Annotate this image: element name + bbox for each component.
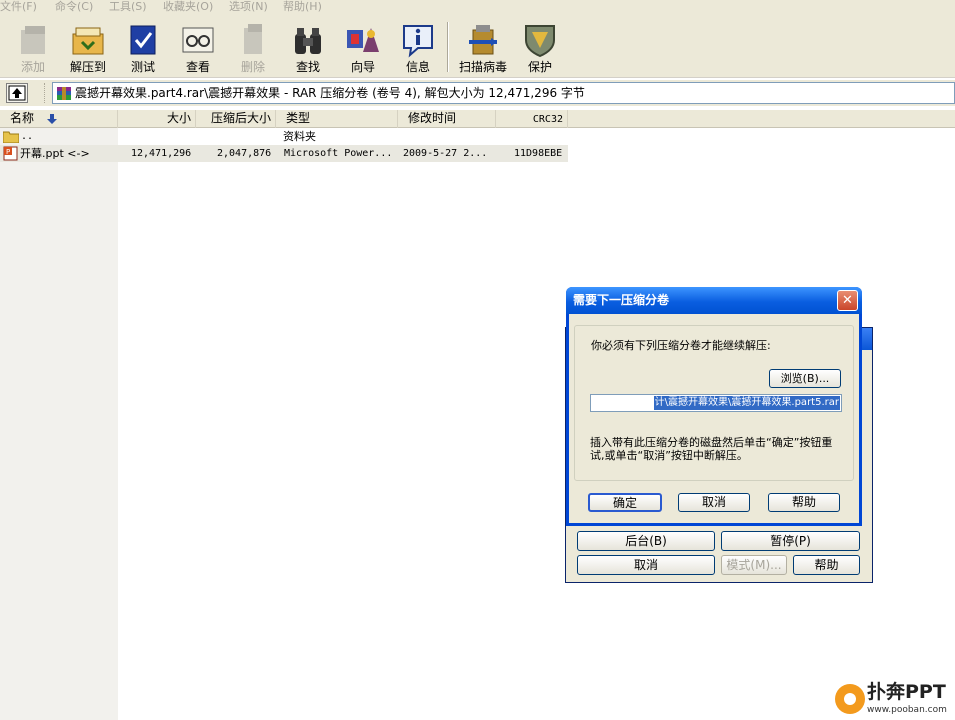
progress-help-button[interactable]: 帮助 [793, 555, 860, 575]
shield-icon [525, 25, 555, 58]
menu-options[interactable]: 选项(N) [229, 0, 268, 13]
delete-button[interactable]: 删除 [224, 18, 282, 76]
file-modified: 2009-5-27 2... [403, 148, 488, 159]
svg-text:P: P [6, 148, 10, 156]
file-type: 资料夹 [283, 130, 316, 143]
protect-label: 保护 [527, 60, 552, 74]
virus-scan-icon [469, 25, 497, 55]
list-name-column-strip [0, 128, 118, 720]
add-button[interactable]: 添加 [4, 18, 62, 76]
find-label: 查找 [295, 60, 320, 74]
file-list-header: 名称 大小 压缩后大小 类型 修改时间 CRC32 [0, 110, 955, 128]
pause-button[interactable]: 暂停(P) [721, 531, 860, 551]
address-field[interactable]: 震撼开幕效果.part4.rar\震撼开幕效果 - RAR 压缩分卷 (卷号 4… [52, 82, 955, 104]
table-row-parent[interactable]: .. 资料夹 [0, 128, 568, 145]
wizard-button[interactable]: 向导 [334, 18, 392, 76]
ok-button[interactable]: 确定 [588, 493, 662, 512]
watermark: 扑奔PPT www.pooban.com [833, 681, 955, 720]
test-button[interactable]: 测试 [114, 18, 172, 76]
column-packed-label: 压缩后大小 [210, 111, 271, 125]
column-crc32-label: CRC32 [532, 114, 563, 125]
help-button[interactable]: 帮助 [768, 493, 840, 512]
extract-folder-icon [72, 27, 104, 55]
view-label: 查看 [185, 60, 210, 74]
column-crc32[interactable]: CRC32 [496, 110, 568, 128]
column-name-label: 名称 [10, 111, 35, 125]
background-button[interactable]: 后台(B) [577, 531, 715, 551]
extract-to-label: 解压到 [69, 60, 106, 74]
test-label: 测试 [130, 60, 155, 74]
protect-button[interactable]: 保护 [511, 18, 569, 76]
dialog-instruction: 插入带有此压缩分卷的磁盘然后单击“确定”按钮重试,或单击“取消”按钮中断解压。 [590, 436, 833, 462]
info-button[interactable]: 信息 [389, 18, 447, 76]
column-modified-label: 修改时间 [408, 111, 457, 125]
sort-down-icon [47, 114, 57, 124]
rar-archive-icon [57, 87, 71, 100]
close-button[interactable]: ✕ [837, 290, 858, 311]
menu-bar: 文件(F) 命令(C) 工具(S) 收藏夹(O) 选项(N) 帮助(H) [0, 0, 955, 14]
virus-scan-button[interactable]: 扫描病毒 [454, 18, 512, 76]
column-size-label: 大小 [166, 111, 191, 125]
virus-scan-label: 扫描病毒 [458, 60, 507, 74]
dialog-title: 需要下一压缩分卷 [573, 293, 670, 307]
toolbar: 添加 解压到 测试 查看 删除 查找 向导 信息 扫描病毒 保护 [0, 14, 955, 78]
menu-commands[interactable]: 命令(C) [55, 0, 93, 13]
column-type[interactable]: 类型 [276, 110, 398, 128]
test-check-icon [130, 25, 156, 55]
volume-path-field[interactable]: 计\震撼开幕效果\震撼开幕效果.part5.rar [590, 394, 842, 412]
watermark-brand: 扑奔PPT [867, 681, 946, 703]
file-crc32: 11D98EBE [514, 148, 563, 159]
column-name[interactable]: 名称 [0, 110, 118, 128]
file-size: 12,471,296 [131, 148, 192, 159]
file-type: Microsoft Power... [284, 148, 393, 159]
add-archive-icon [21, 26, 45, 54]
toolbar-grip[interactable] [44, 83, 47, 103]
delete-icon [244, 24, 262, 54]
file-packed-size: 2,047,876 [217, 148, 272, 159]
column-size[interactable]: 大小 [118, 110, 196, 128]
close-icon: ✕ [842, 293, 853, 308]
delete-label: 删除 [240, 60, 265, 74]
file-name: 开幕.ppt <-> [20, 147, 90, 160]
find-binoculars-icon [295, 28, 321, 54]
pooban-logo-icon [835, 684, 865, 714]
view-glasses-icon [182, 27, 214, 53]
watermark-url: www.pooban.com [867, 705, 947, 715]
menu-file[interactable]: 文件(F) [0, 0, 37, 13]
column-modified[interactable]: 修改时间 [398, 110, 496, 128]
file-name: .. [21, 131, 34, 142]
find-button[interactable]: 查找 [279, 18, 337, 76]
folder-icon [3, 131, 19, 143]
column-type-label: 类型 [286, 111, 311, 125]
toolbar-separator [447, 22, 449, 72]
mode-button[interactable]: 模式(M)... [721, 555, 787, 575]
menu-favorites[interactable]: 收藏夹(O) [163, 0, 213, 13]
dialog-group-box: 你必须有下列压缩分卷才能继续解压: 浏览(B)... 计\震撼开幕效果\震撼开幕… [574, 325, 854, 481]
cancel-button[interactable]: 取消 [678, 493, 750, 512]
dialog-titlebar[interactable]: 需要下一压缩分卷 ✕ [566, 287, 862, 314]
wizard-icon [347, 28, 379, 52]
table-row-file[interactable]: P 开幕.ppt <-> 12,471,296 2,047,876 Micros… [0, 145, 568, 162]
wizard-label: 向导 [350, 60, 375, 74]
extract-to-button[interactable]: 解压到 [59, 18, 117, 76]
up-folder-button[interactable] [6, 83, 28, 103]
info-label: 信息 [405, 60, 430, 74]
column-packed[interactable]: 压缩后大小 [196, 110, 276, 128]
menu-tools[interactable]: 工具(S) [109, 0, 147, 13]
powerpoint-file-icon: P [3, 146, 18, 161]
browse-button[interactable]: 浏览(B)... [769, 369, 841, 388]
volume-path-text: 计\震撼开幕效果\震撼开幕效果.part5.rar [653, 396, 840, 410]
info-icon [403, 25, 433, 58]
progress-cancel-button[interactable]: 取消 [577, 555, 715, 575]
dialog-message: 你必须有下列压缩分卷才能继续解压: [591, 339, 771, 352]
up-arrow-icon [8, 85, 26, 101]
dialog-body: 你必须有下列压缩分卷才能继续解压: 浏览(B)... 计\震撼开幕效果\震撼开幕… [569, 314, 859, 523]
address-path-text: 震撼开幕效果.part4.rar\震撼开幕效果 - RAR 压缩分卷 (卷号 4… [75, 86, 585, 100]
next-volume-dialog: 需要下一压缩分卷 ✕ 你必须有下列压缩分卷才能继续解压: 浏览(B)... 计\… [566, 287, 862, 526]
view-button[interactable]: 查看 [169, 18, 227, 76]
add-label: 添加 [20, 60, 45, 74]
address-bar: 震撼开幕效果.part4.rar\震撼开幕效果 - RAR 压缩分卷 (卷号 4… [0, 80, 955, 106]
menu-help[interactable]: 帮助(H) [283, 0, 322, 13]
